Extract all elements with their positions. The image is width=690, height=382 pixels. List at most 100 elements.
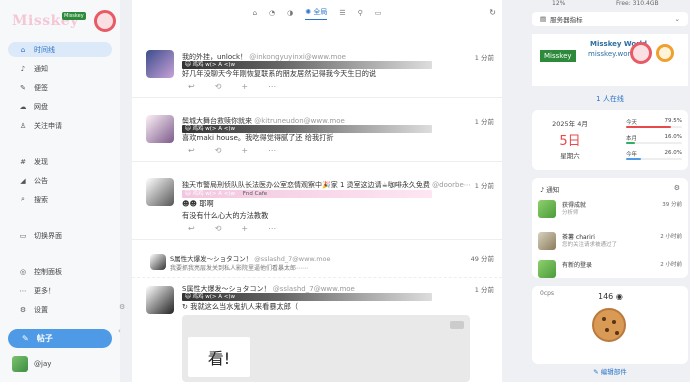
note-author-name[interactable]: 我的外挂，unlock！ <box>182 53 247 61</box>
avatar[interactable] <box>146 50 174 78</box>
pencil-icon: ✎ <box>593 368 601 376</box>
sidebar-item-timeline[interactable]: ⌂ 时间线 <box>8 42 112 57</box>
progress-label: 今天 <box>626 120 638 126</box>
tab-lists[interactable]: ☰ <box>339 9 345 17</box>
sidebar-item-explore[interactable]: # 发现 <box>8 154 112 169</box>
note-author-acct[interactable]: @kitruneudon@www.moe <box>254 117 345 125</box>
note-text: 喜欢maki house。我吃得觉得腻了还 给我打折 <box>182 133 334 142</box>
post-button[interactable]: ✎ 帖子 <box>8 329 112 348</box>
notification-item[interactable]: 获得成就 分析师 39 分前 <box>538 198 682 222</box>
tab-channels[interactable]: ▭ <box>375 9 382 17</box>
sidebar-item-settings[interactable]: ⚙ 设置 <box>8 302 112 317</box>
note-time[interactable]: 49 分前 <box>471 253 494 263</box>
collapse-sidebar-icon[interactable]: ‹ <box>118 327 121 335</box>
more-icon[interactable]: ⋯ <box>268 82 276 91</box>
notification-item[interactable]: 茶薯 chariri 您的关注请求被通过了 2 小时前 <box>538 230 682 254</box>
logo[interactable]: Misskey Misskey <box>12 8 116 34</box>
account-menu[interactable]: @jay <box>12 356 51 372</box>
sidebar-item-label: 更多！ <box>34 286 55 295</box>
note-author-acct[interactable]: @sslashd_7@www.moe <box>254 255 330 263</box>
renote-icon[interactable]: ⟲ <box>215 82 222 91</box>
progress-fill <box>626 142 635 144</box>
instance-banner[interactable]: Misskey Misskey World misskey.world <box>532 34 688 86</box>
user-plus-icon: ♙ <box>19 121 27 130</box>
note-text: 我要抓我亮层发关到私人影院里逼他们看暴太郎⋯⋯ <box>170 265 309 272</box>
avatar[interactable] <box>150 254 166 270</box>
sidebar-item-drive[interactable]: ☁ 网盘 <box>8 99 112 114</box>
renote-icon[interactable]: ⟲ <box>215 224 222 233</box>
online-users: 1 人在线 <box>596 95 624 103</box>
instance-ticker-label: 🐱 鸡鸡 w(> A <)w <box>185 191 235 197</box>
sidebar-item-more[interactable]: ⋯ 更多！ <box>8 283 112 298</box>
react-icon[interactable]: + <box>241 146 248 155</box>
note-time[interactable]: 1 分前 <box>475 116 494 126</box>
note-author-acct[interactable]: @sslashd_7@www.moe <box>273 285 355 293</box>
cookie-button[interactable] <box>592 308 626 342</box>
note-author-name[interactable]: 独天市警局刑侦队队长法医办公室恋情观察中🎉家 1 烫室这边请☕咖啡永久免费 <box>182 181 430 189</box>
progress-track <box>626 126 682 128</box>
sidebar-item-announcements[interactable]: ◢ 公告 <box>8 173 112 188</box>
notifications-title: ♪ 通知 <box>540 184 559 194</box>
pen-icon: ✎ <box>20 83 26 92</box>
notifications-title-text: 通知 <box>546 186 560 194</box>
note-author-name[interactable]: S属性大爆发～ショタコン！ <box>170 255 252 263</box>
sidebar-item-follow-requests[interactable]: ♙ 关注申请 <box>8 118 112 133</box>
edit-widgets-link[interactable]: ✎ 编辑部件 <box>530 366 690 376</box>
avatar[interactable] <box>146 178 174 206</box>
progress-fill <box>626 126 671 128</box>
storage-status: 12% Free: 310.4GB <box>530 0 690 10</box>
reply-icon[interactable]: ↩ <box>188 146 195 155</box>
note-time[interactable]: 1 分前 <box>475 180 494 190</box>
sidebar-item-switch-ui[interactable]: ▭ 切换界面 <box>8 228 112 243</box>
tab-antennas[interactable]: ⚲ <box>358 9 363 17</box>
avatar[interactable] <box>146 286 174 314</box>
cookie-chip <box>612 320 616 324</box>
widget-settings-icon[interactable]: ⚙ <box>119 303 125 311</box>
sidebar-item-control-panel[interactable]: ◎ 控制面板 <box>8 264 112 279</box>
react-icon[interactable]: + <box>241 82 248 91</box>
emoji-icon: ☻☻ <box>182 199 200 208</box>
more-icon[interactable]: ⋯ <box>268 224 276 233</box>
reply-icon[interactable]: ↩ <box>188 82 195 91</box>
storage-usage: 12% <box>552 0 566 7</box>
instance-ticker: 🐱 鸡鸡 w(> A <)w Fnd Cafe <box>182 190 432 198</box>
timeline: ⌂ ◔ ◑ ✺ 全局 ☰ ⚲ ▭ ↻ 我的外挂，unlock！ @inkongy… <box>132 0 502 382</box>
server-metrics-label: 服务器指标 <box>550 16 583 24</box>
note-text: ↻ 我就这么当水鬼扒人来看暴太郎（ <box>182 302 299 311</box>
tab-global[interactable]: ✺ 全局 <box>305 7 328 20</box>
media-text: 看! <box>188 337 250 377</box>
cookie-chip <box>605 328 609 332</box>
notification-item[interactable]: 有新的登录 2 小时前 <box>538 258 682 282</box>
reload-icon[interactable]: ↻ <box>489 8 496 17</box>
avatar[interactable] <box>146 115 174 143</box>
media-toggle-icon[interactable] <box>450 321 464 329</box>
sidebar-item-label: 关注申请 <box>34 121 62 130</box>
server-metrics-select[interactable]: ▤ 服务器指标 ⌄ <box>532 12 688 26</box>
tab-home[interactable]: ⌂ <box>253 9 257 17</box>
sidebar-item-label: 设置 <box>34 305 48 314</box>
note-text: 好几年没聊天今年刚恢复联系的朋友居然记得我今天生日的说 <box>182 69 377 78</box>
renote-icon[interactable]: ⟲ <box>215 146 222 155</box>
timeline-tabs: ⌂ ◔ ◑ ✺ 全局 ☰ ⚲ ▭ <box>132 0 502 26</box>
sidebar-item-notes[interactable]: ✎ 便签 <box>8 80 112 95</box>
note-author-acct[interactable]: @inkongyuyinxi@www.moe <box>249 53 346 61</box>
tab-social[interactable]: ◔ <box>269 9 275 17</box>
sidebar-item-notifications[interactable]: ♪ 通知 <box>8 61 112 76</box>
reply-icon[interactable]: ↩ <box>188 224 195 233</box>
filter-icon[interactable]: ⚙ <box>674 184 680 192</box>
note-author-name[interactable]: S属性大爆发～ショタコン！ <box>182 285 270 293</box>
note-media[interactable]: 看! <box>182 315 470 382</box>
more-icon[interactable]: ⋯ <box>268 146 276 155</box>
note-text-fragment: 耶啊 <box>199 199 214 208</box>
note-time[interactable]: 1 分前 <box>475 284 494 294</box>
calendar-widget: 2025年 4月 5日 星期六 今天 79.5% 本月 16.0% 今年 26.… <box>532 110 688 170</box>
sidebar-item-search[interactable]: ⌕ 搜索 <box>8 192 112 207</box>
react-icon[interactable]: + <box>241 224 248 233</box>
note-author-acct[interactable]: @doorbe⋯ <box>432 181 471 189</box>
instance-ticker: 🐱 鸡鸡 w(> A <)w <box>182 125 432 133</box>
note-time[interactable]: 1 分前 <box>475 52 494 62</box>
note-author-name[interactable]: 鬓城大舞台救赎你就来 <box>182 117 252 125</box>
search-icon: ⌕ <box>21 195 25 203</box>
calendar-day: 5日 <box>559 134 581 149</box>
tab-local[interactable]: ◑ <box>287 9 293 17</box>
